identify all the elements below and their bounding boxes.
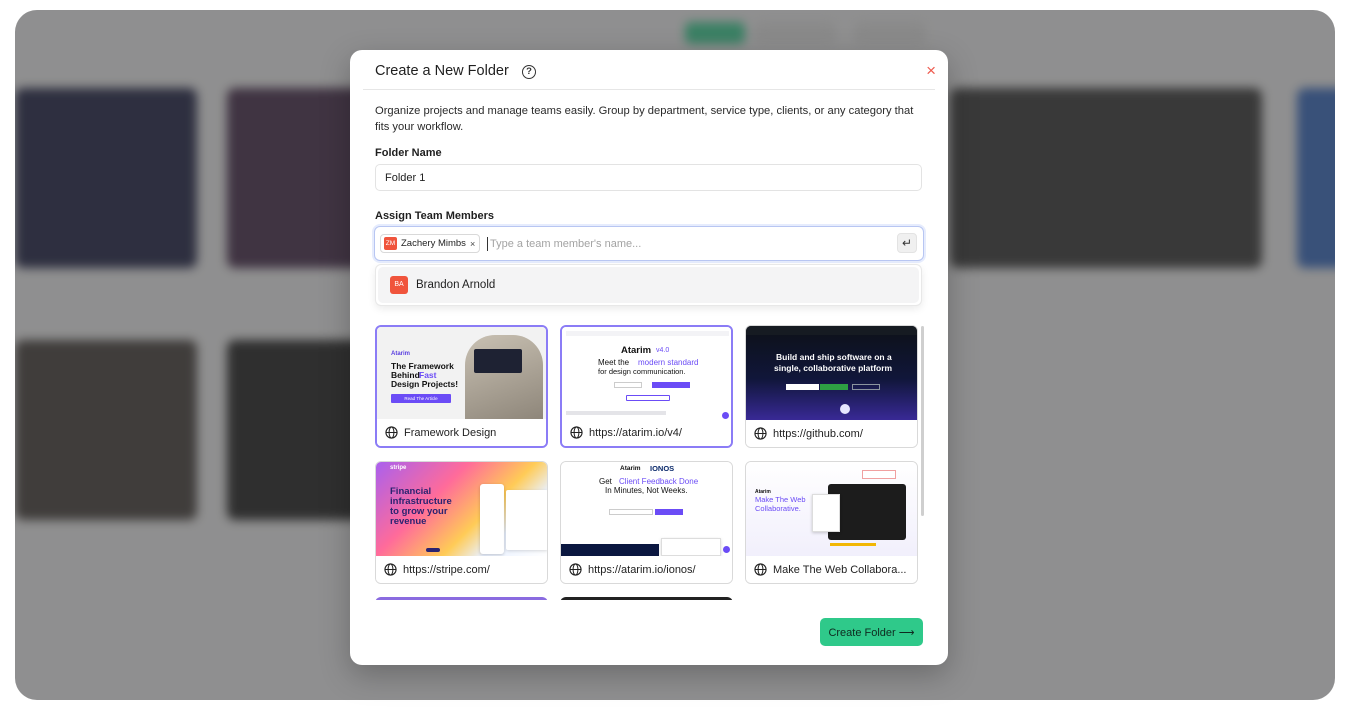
member-search-input[interactable] (490, 234, 870, 254)
globe-icon (570, 426, 583, 439)
project-label: Make The Web Collabora... (773, 563, 907, 576)
thumb-button (820, 384, 848, 390)
thumb-headline: single, collaborative platform (774, 363, 893, 373)
thumb-button (655, 509, 683, 515)
project-label: https://stripe.com/ (403, 563, 490, 576)
folder-name-label: Folder Name (375, 147, 442, 159)
suggestion-name: Brandon Arnold (416, 279, 496, 291)
thumb-stars (830, 543, 876, 546)
thumb-headline: Collaborative. (755, 504, 801, 513)
thumb-button (426, 548, 440, 552)
modal-description: Organize projects and manage teams easil… (375, 105, 914, 133)
modal-header: Create a New Folder ? × (363, 50, 936, 90)
thumb-headline: Meet the (598, 358, 630, 367)
help-icon[interactable]: ? (522, 65, 536, 79)
project-label: https://github.com/ (773, 427, 863, 440)
project-thumbnail: Atarim v4.0 Meet the modern standard for… (562, 327, 731, 423)
thumb-input (609, 509, 653, 515)
thumb-phone (480, 484, 504, 554)
avatar: ZM (384, 237, 397, 250)
project-label: https://atarim.io/ionos/ (588, 563, 696, 576)
thumb-illustration (840, 404, 850, 414)
thumb-brand: Atarim (621, 345, 652, 356)
thumb-partner: IONOS (650, 464, 675, 473)
project-thumbnail: Atarim The Framework Behind Fast Design … (377, 327, 546, 423)
project-card[interactable]: Atarim The Framework Behind Fast Design … (375, 325, 548, 448)
thumb-navbar (566, 331, 729, 336)
thumb-version: v4.0 (656, 347, 670, 354)
modal-title: Create a New Folder (375, 63, 509, 79)
globe-icon (569, 563, 582, 576)
thumb-feedback-popup (661, 538, 721, 556)
project-thumbnail: Atarim IONOS Get Client Feedback Done In… (561, 462, 732, 558)
close-icon[interactable]: × (926, 61, 936, 81)
thumb-comment-panel (812, 494, 840, 532)
project-label: https://atarim.io/v4/ (589, 426, 682, 439)
globe-icon (754, 563, 767, 576)
globe-icon (384, 563, 397, 576)
thumb-headline: Design Projects! (391, 379, 459, 389)
thumb-chat-bubble (723, 546, 730, 553)
thumb-badge (626, 395, 670, 401)
project-card[interactable]: Atarim v4.0 Meet the modern standard for… (560, 325, 733, 448)
thumb-text-line (566, 411, 666, 415)
project-label: Framework Design (404, 426, 497, 439)
create-folder-modal: Create a New Folder ? × Organize project… (350, 50, 948, 665)
thumb-chat-bubble (722, 412, 729, 419)
thumb-button (852, 384, 880, 390)
enter-icon[interactable]: ↵ (897, 233, 917, 253)
thumb-input (614, 382, 642, 388)
thumb-headline-accent: modern standard (638, 358, 699, 367)
thumb-headline: revenue (390, 516, 427, 527)
thumb-note (862, 470, 896, 479)
project-card[interactable] (560, 597, 733, 600)
assign-members-field[interactable]: ZM Zachery Mimbs × ↵ (374, 226, 924, 261)
card-footer: https://github.com/ (746, 420, 917, 447)
suggestion-item[interactable]: BA Brandon Arnold (378, 267, 919, 303)
thumb-brand: stripe (390, 465, 407, 471)
project-grid: Atarim The Framework Behind Fast Design … (372, 325, 924, 600)
card-footer: Framework Design (377, 419, 546, 446)
member-suggestions-dropdown: BA Brandon Arnold (375, 264, 922, 306)
project-card[interactable]: stripe Financial infrastructure to grow … (375, 461, 548, 584)
folder-name-input[interactable] (375, 164, 922, 191)
thumb-headline: In Minutes, Not Weeks. (605, 486, 688, 495)
text-caret (487, 237, 488, 251)
project-card[interactable]: Atarim Make The Web Collaborative. Make … (745, 461, 918, 584)
globe-icon (754, 427, 767, 440)
remove-chip-icon[interactable]: × (470, 239, 475, 249)
project-card[interactable]: Atarim IONOS Get Client Feedback Done In… (560, 461, 733, 584)
card-footer: Make The Web Collabora... (746, 556, 917, 583)
thumb-brand: Atarim (391, 351, 411, 357)
card-footer: https://stripe.com/ (376, 556, 547, 583)
member-chip: ZM Zachery Mimbs × (380, 234, 481, 253)
card-footer: https://atarim.io/v4/ (562, 419, 731, 446)
globe-icon (385, 426, 398, 439)
thumb-headline: for design communication. (598, 367, 686, 376)
thumb-navbar (746, 326, 917, 335)
project-card[interactable]: Build and ship software on a single, col… (745, 325, 918, 448)
thumb-screen (474, 349, 522, 373)
thumb-brand: Atarim (620, 465, 641, 472)
thumb-cta: Read The Article (391, 394, 451, 403)
thumb-button (652, 382, 690, 388)
create-folder-button[interactable]: Create Folder ⟶ (820, 618, 923, 646)
thumb-dashboard (506, 490, 547, 550)
thumb-headline: Make The Web (755, 495, 806, 504)
project-card[interactable] (375, 597, 548, 600)
project-thumbnail: Build and ship software on a single, col… (746, 326, 917, 422)
project-thumbnail: Atarim Make The Web Collaborative. (746, 462, 917, 558)
assign-members-label: Assign Team Members (375, 210, 495, 222)
thumb-headline: Get (599, 477, 612, 486)
thumb-headline-accent: Client Feedback Done (619, 477, 699, 486)
member-chip-name: Zachery Mimbs (401, 238, 466, 249)
grid-scrollbar[interactable] (921, 326, 924, 516)
card-footer: https://atarim.io/ionos/ (561, 556, 732, 583)
thumb-input (786, 384, 819, 390)
thumb-headline: Build and ship software on a (776, 352, 892, 362)
project-thumbnail: stripe Financial infrastructure to grow … (376, 462, 547, 558)
avatar: BA (390, 276, 408, 294)
